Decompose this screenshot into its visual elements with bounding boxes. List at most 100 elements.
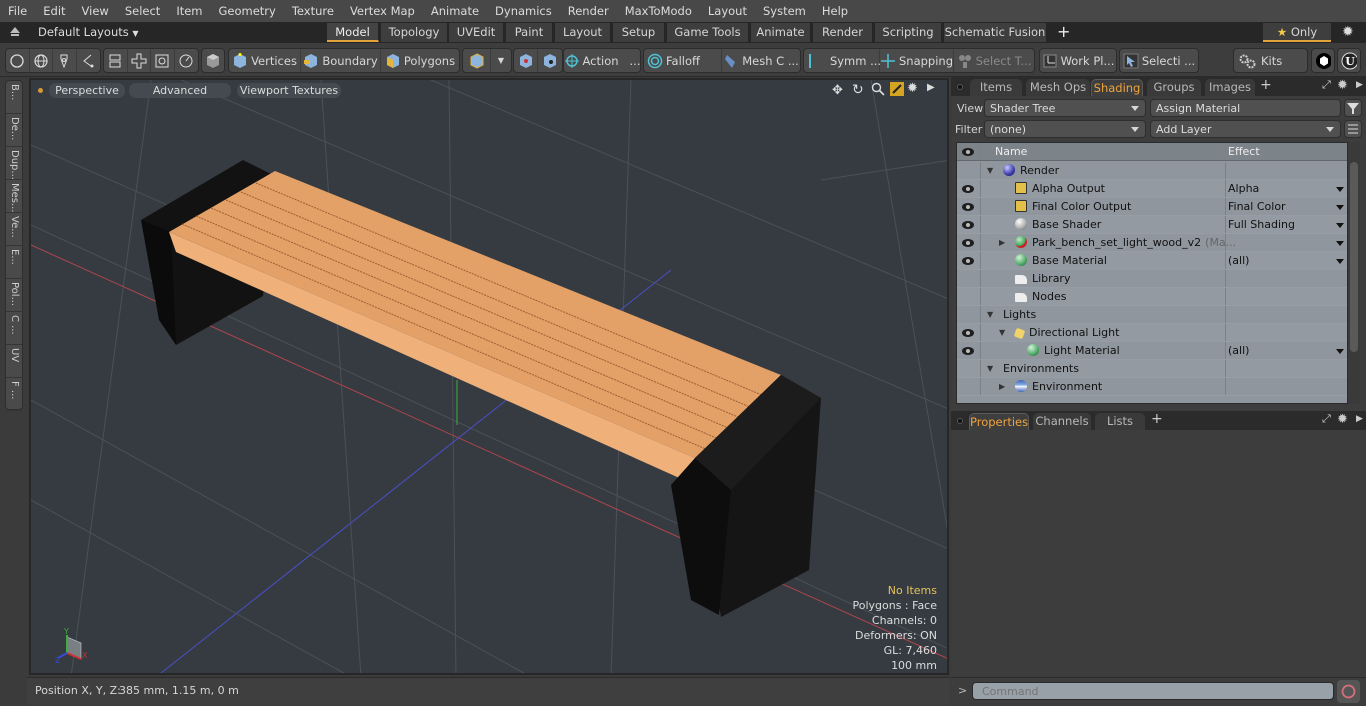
left-tool-tab[interactable]: Pol... bbox=[6, 279, 22, 312]
left-tool-tab[interactable]: UV bbox=[6, 345, 22, 378]
mesh-constraints-button[interactable]: Mesh C ... bbox=[722, 49, 800, 72]
visibility-toggle[interactable] bbox=[957, 342, 981, 359]
tree-options-button[interactable] bbox=[1344, 120, 1362, 138]
circle-select-button[interactable] bbox=[6, 49, 30, 72]
expand-panel-icon[interactable]: ⤢ bbox=[1322, 412, 1331, 426]
effect-column-header[interactable]: Effect bbox=[1225, 143, 1347, 160]
polygons-button[interactable]: Polygons bbox=[381, 49, 459, 72]
assign-material-button[interactable]: Assign Material bbox=[1150, 99, 1341, 117]
panel-arrow-icon[interactable]: ▶ bbox=[1356, 414, 1363, 424]
advanced-shading-button[interactable]: Advanced bbox=[129, 83, 231, 98]
shader-tree-row[interactable]: ▼ Environments bbox=[957, 360, 1347, 378]
visibility-toggle[interactable] bbox=[957, 234, 981, 251]
visibility-toggle[interactable] bbox=[957, 180, 981, 197]
action-center-2-button[interactable] bbox=[538, 49, 562, 72]
menu-render[interactable]: Render bbox=[560, 0, 617, 22]
left-tool-tab[interactable]: B... bbox=[6, 81, 22, 114]
unity-button[interactable] bbox=[1312, 49, 1334, 72]
visibility-toggle[interactable] bbox=[957, 252, 981, 269]
command-input[interactable] bbox=[972, 682, 1334, 700]
viewport-menu-dot[interactable] bbox=[38, 88, 43, 93]
add-tab-button[interactable]: + bbox=[1260, 77, 1272, 93]
effect-cell[interactable]: Final Color bbox=[1225, 198, 1347, 215]
collapse-arrow-icon[interactable]: ▼ bbox=[999, 324, 1005, 342]
name-column-header[interactable]: Name bbox=[995, 145, 1027, 158]
visibility-column-header[interactable] bbox=[957, 143, 981, 160]
unreal-button[interactable]: U bbox=[1338, 49, 1360, 72]
shader-tree-row[interactable]: ▼ Render bbox=[957, 162, 1347, 180]
expand-panel-icon[interactable]: ⤢ bbox=[1322, 78, 1331, 92]
tool-2-button[interactable] bbox=[128, 49, 151, 72]
kits-button[interactable]: Kits bbox=[1234, 49, 1307, 72]
panel-gear-icon[interactable]: ✹ bbox=[1337, 412, 1348, 427]
shader-tree-row[interactable]: ▶ Park_bench_set_light_wood_v2 (Ma... bbox=[957, 234, 1347, 252]
shader-tree-row[interactable]: Alpha Output Alpha bbox=[957, 180, 1347, 198]
visibility-toggle[interactable] bbox=[957, 288, 981, 305]
pen-button[interactable] bbox=[53, 49, 77, 72]
material-mode-dropdown[interactable]: ▼ bbox=[491, 49, 511, 72]
boundary-button[interactable]: Boundary bbox=[301, 49, 381, 72]
panel-tab-shading[interactable]: Shading bbox=[1091, 79, 1143, 96]
shader-tree-row[interactable]: Nodes bbox=[957, 288, 1347, 306]
panel-tab-channels[interactable]: Channels bbox=[1033, 413, 1091, 430]
panel-arrow-icon[interactable]: ▶ bbox=[1356, 80, 1363, 90]
menu-vertex-map[interactable]: Vertex Map bbox=[342, 0, 423, 22]
panel-tab-properties[interactable]: Properties bbox=[969, 413, 1029, 430]
shader-tree-row[interactable]: Base Shader Full Shading bbox=[957, 216, 1347, 234]
view-dropdown[interactable]: Shader Tree bbox=[984, 99, 1146, 117]
left-tool-tab[interactable]: Mes... bbox=[6, 180, 22, 213]
effect-cell[interactable]: (all) bbox=[1225, 342, 1347, 359]
effect-cell[interactable] bbox=[1225, 234, 1347, 251]
layout-arrow-icon[interactable] bbox=[9, 26, 21, 38]
shader-tree-row[interactable]: Light Material (all) bbox=[957, 342, 1347, 360]
default-layouts-dropdown[interactable]: Default Layouts ▼ bbox=[38, 25, 139, 39]
visibility-toggle[interactable] bbox=[957, 324, 981, 341]
menu-edit[interactable]: Edit bbox=[35, 0, 73, 22]
layout-tab-paint[interactable]: Paint bbox=[506, 23, 553, 42]
menu-item[interactable]: Item bbox=[168, 0, 210, 22]
only-toggle[interactable]: ★ Only bbox=[1263, 23, 1331, 42]
select-through-button[interactable]: Select T... bbox=[954, 49, 1034, 72]
panel-gear-icon[interactable]: ✹ bbox=[1337, 78, 1348, 93]
left-tool-tab[interactable]: De... bbox=[6, 114, 22, 147]
menu-texture[interactable]: Texture bbox=[284, 0, 342, 22]
pan-icon[interactable]: ✥ bbox=[832, 83, 843, 98]
shader-tree-row[interactable]: ▼ Directional Light bbox=[957, 324, 1347, 342]
tree-scrollbar[interactable] bbox=[1348, 142, 1360, 404]
menu-layout[interactable]: Layout bbox=[700, 0, 755, 22]
layout-tab-uvedit[interactable]: UVEdit bbox=[449, 23, 504, 42]
panel-menu-dot[interactable] bbox=[957, 418, 963, 424]
tool-4-button[interactable] bbox=[175, 49, 198, 72]
visibility-toggle[interactable] bbox=[957, 306, 981, 323]
menu-dynamics[interactable]: Dynamics bbox=[487, 0, 560, 22]
work-plane-button[interactable]: Work Pl... bbox=[1040, 49, 1116, 72]
layout-tab-layout[interactable]: Layout bbox=[555, 23, 611, 42]
left-tool-tab[interactable]: F ... bbox=[6, 378, 22, 411]
visibility-toggle[interactable] bbox=[957, 378, 981, 395]
shader-tree-row[interactable]: ▶ Environment bbox=[957, 378, 1347, 396]
menu-help[interactable]: Help bbox=[814, 0, 856, 22]
layout-tab-setup[interactable]: Setup bbox=[613, 23, 665, 42]
panel-tab-mesh-ops[interactable]: Mesh Ops bbox=[1026, 79, 1090, 96]
snapping-button[interactable]: Snapping bbox=[880, 49, 954, 72]
3d-viewport[interactable]: Perspective Advanced Viewport Textures ✥… bbox=[29, 78, 949, 675]
panel-tab-groups[interactable]: Groups bbox=[1147, 79, 1201, 96]
layout-tab-scripting[interactable]: Scripting bbox=[875, 23, 942, 42]
tree-scrollbar-thumb[interactable] bbox=[1350, 162, 1358, 352]
menu-select[interactable]: Select bbox=[117, 0, 168, 22]
perspective-button[interactable]: Perspective bbox=[49, 83, 125, 98]
viewport-gear-icon[interactable]: ✹ bbox=[907, 81, 918, 96]
sketch-button[interactable] bbox=[77, 49, 100, 72]
shader-tree-row[interactable]: ▼ Lights bbox=[957, 306, 1347, 324]
panel-tab-items[interactable]: Items bbox=[970, 79, 1022, 96]
filter-funnel-button[interactable] bbox=[1344, 99, 1362, 117]
expand-arrow-icon[interactable]: ▶ bbox=[999, 378, 1005, 396]
panel-menu-dot[interactable] bbox=[957, 84, 963, 90]
viewport-textures-button[interactable]: Viewport Textures bbox=[237, 83, 341, 98]
tool-1-button[interactable] bbox=[104, 49, 128, 72]
action-button[interactable]: Action ... bbox=[564, 49, 640, 72]
sphere-button[interactable] bbox=[30, 49, 53, 72]
collapse-arrow-icon[interactable]: ▼ bbox=[987, 306, 993, 324]
effect-cell[interactable]: Alpha bbox=[1225, 180, 1347, 197]
zoom-icon[interactable] bbox=[871, 82, 885, 99]
